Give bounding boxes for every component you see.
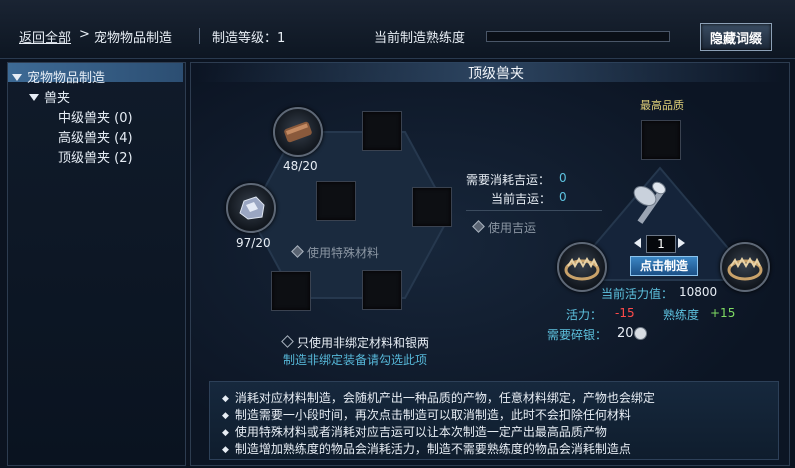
instructions-panel: ◆ 消耗对应材料制造，会随机产出一种品质的产物，任意材料绑定，产物也会绑定 ◆ 制造… (209, 381, 779, 460)
quantity-increase-icon[interactable] (678, 238, 685, 248)
current-luck-label: 当前吉运： (491, 192, 552, 206)
breadcrumb-current: 宠物物品制造 (94, 31, 173, 46)
need-luck-value: 0 (559, 171, 567, 185)
tree-root-pet-crafting[interactable]: 宠物物品制造 (12, 67, 105, 86)
best-quality-label: 最高品质 (640, 99, 684, 112)
craft-button[interactable]: 点击制造 (630, 256, 698, 276)
note-text: 制造增加熟练度的物品会消耗活力，制造不需要熟练度的物品会消耗制造点 (234, 442, 631, 456)
panel-title: 顶级兽夹 (468, 66, 524, 82)
use-luck-option[interactable]: 使用吉运 (472, 219, 537, 236)
note-line: ◆ 制造增加熟练度的物品会消耗活力，制造不需要熟练度的物品会消耗制造点 (222, 440, 631, 457)
material-slot-6[interactable] (271, 271, 311, 311)
trap-output-left[interactable] (557, 242, 607, 292)
quantity-decrease-icon[interactable] (634, 238, 641, 248)
proficiency-gain-value: +15 (710, 306, 736, 320)
bullet-icon: ◆ (222, 445, 229, 455)
bullet-icon: ◆ (222, 394, 229, 404)
tree-group-traps[interactable]: 兽夹 (29, 87, 70, 106)
luck-divider (466, 210, 602, 211)
bullet-icon: ◆ (222, 411, 229, 421)
note-text: 消耗对应材料制造，会随机产出一种品质的产物，任意材料绑定，产物也会绑定 (234, 391, 655, 405)
special-material-label: 使用特殊材料 (307, 246, 380, 260)
current-vitality-value: 10800 (679, 285, 718, 299)
wood-log-icon (284, 121, 312, 143)
note-text: 使用特殊材料或者消耗对应吉运可以让本次制造一定产出最高品质产物 (234, 425, 607, 439)
note-line: ◆ 制造需要一小段时间，再次点击制造可以取消制造，此时不会扣除任何材料 (222, 406, 631, 423)
use-luck-label: 使用吉运 (488, 221, 537, 235)
checkbox-diamond-icon (281, 335, 294, 348)
silver-coin-icon (634, 327, 647, 340)
checkbox-diamond-icon (472, 220, 485, 233)
category-tree: 宠物物品制造 兽夹 中级兽夹 (0) 高级兽夹 (4) 顶级兽夹 (2) (7, 62, 186, 466)
note-line: ◆ 使用特殊材料或者消耗对应吉运可以让本次制造一定产出最高品质产物 (222, 423, 607, 440)
material-wood-slot[interactable] (273, 107, 323, 157)
craft-level: 制造等级：1 (212, 31, 286, 46)
tree-root-label: 宠物物品制造 (27, 71, 106, 86)
material-ore-count: 97/20 (236, 236, 271, 250)
material-slot-5[interactable] (412, 187, 452, 227)
material-slot-7[interactable] (362, 270, 402, 310)
quantity-input[interactable]: 1 (646, 235, 676, 253)
need-luck-label: 需要消耗吉运： (466, 173, 551, 187)
expand-triangle-icon (12, 74, 22, 81)
proficiency-gain-label: 熟练度 (663, 308, 700, 322)
note-text: 制造需要一小段时间，再次点击制造可以取消制造，此时不会扣除任何材料 (234, 408, 631, 422)
unbound-materials-option[interactable]: 只使用非绑定材料和银两 (281, 334, 430, 351)
tree-item-top-trap[interactable]: 顶级兽夹 (2) (58, 147, 133, 166)
material-wood-count: 48/20 (283, 159, 318, 173)
beast-trap-icon (564, 256, 600, 281)
note-line: ◆ 消耗对应材料制造，会随机产出一种品质的产物，任意材料绑定，产物也会绑定 (222, 389, 655, 406)
silver-cost-label: 需要碎银： (547, 328, 608, 342)
special-material-option[interactable]: 使用特殊材料 (291, 244, 380, 261)
expand-triangle-icon (29, 94, 39, 101)
breadcrumb-arrow: > (79, 27, 90, 42)
material-slot-4[interactable] (316, 181, 356, 221)
result-item-icon (627, 180, 677, 232)
material-slot-3[interactable] (362, 111, 402, 151)
tree-item-mid-trap[interactable]: 中级兽夹 (0) (58, 107, 133, 126)
axe-icon (633, 181, 666, 224)
bullet-icon: ◆ (222, 428, 229, 438)
hide-affix-button[interactable]: 隐藏词缀 (700, 23, 772, 51)
unbound-hint: 制造非绑定装备请勾选此项 (283, 353, 428, 367)
best-quality-slot[interactable] (641, 120, 681, 160)
header-divider (199, 28, 200, 44)
checkbox-diamond-icon (291, 245, 304, 258)
tree-item-high-trap[interactable]: 高级兽夹 (4) (58, 127, 133, 146)
trap-output-right[interactable] (720, 242, 770, 292)
tree-group-label: 兽夹 (44, 91, 71, 106)
back-all-link[interactable]: 返回全部 (19, 27, 71, 46)
ore-rock-icon (239, 196, 265, 220)
proficiency-label: 当前制造熟练度 (374, 31, 466, 46)
vitality-cost-label: 活力： (566, 308, 603, 322)
beast-trap-icon (727, 256, 763, 281)
proficiency-progress-bar (486, 31, 670, 42)
vitality-cost-value: -15 (615, 306, 635, 320)
current-luck-value: 0 (559, 190, 567, 204)
current-vitality-label: 当前活力值： (601, 287, 674, 301)
silver-cost-value: 20 (617, 326, 634, 341)
material-ore-slot[interactable] (226, 183, 276, 233)
unbound-option-label: 只使用非绑定材料和银两 (297, 336, 430, 350)
